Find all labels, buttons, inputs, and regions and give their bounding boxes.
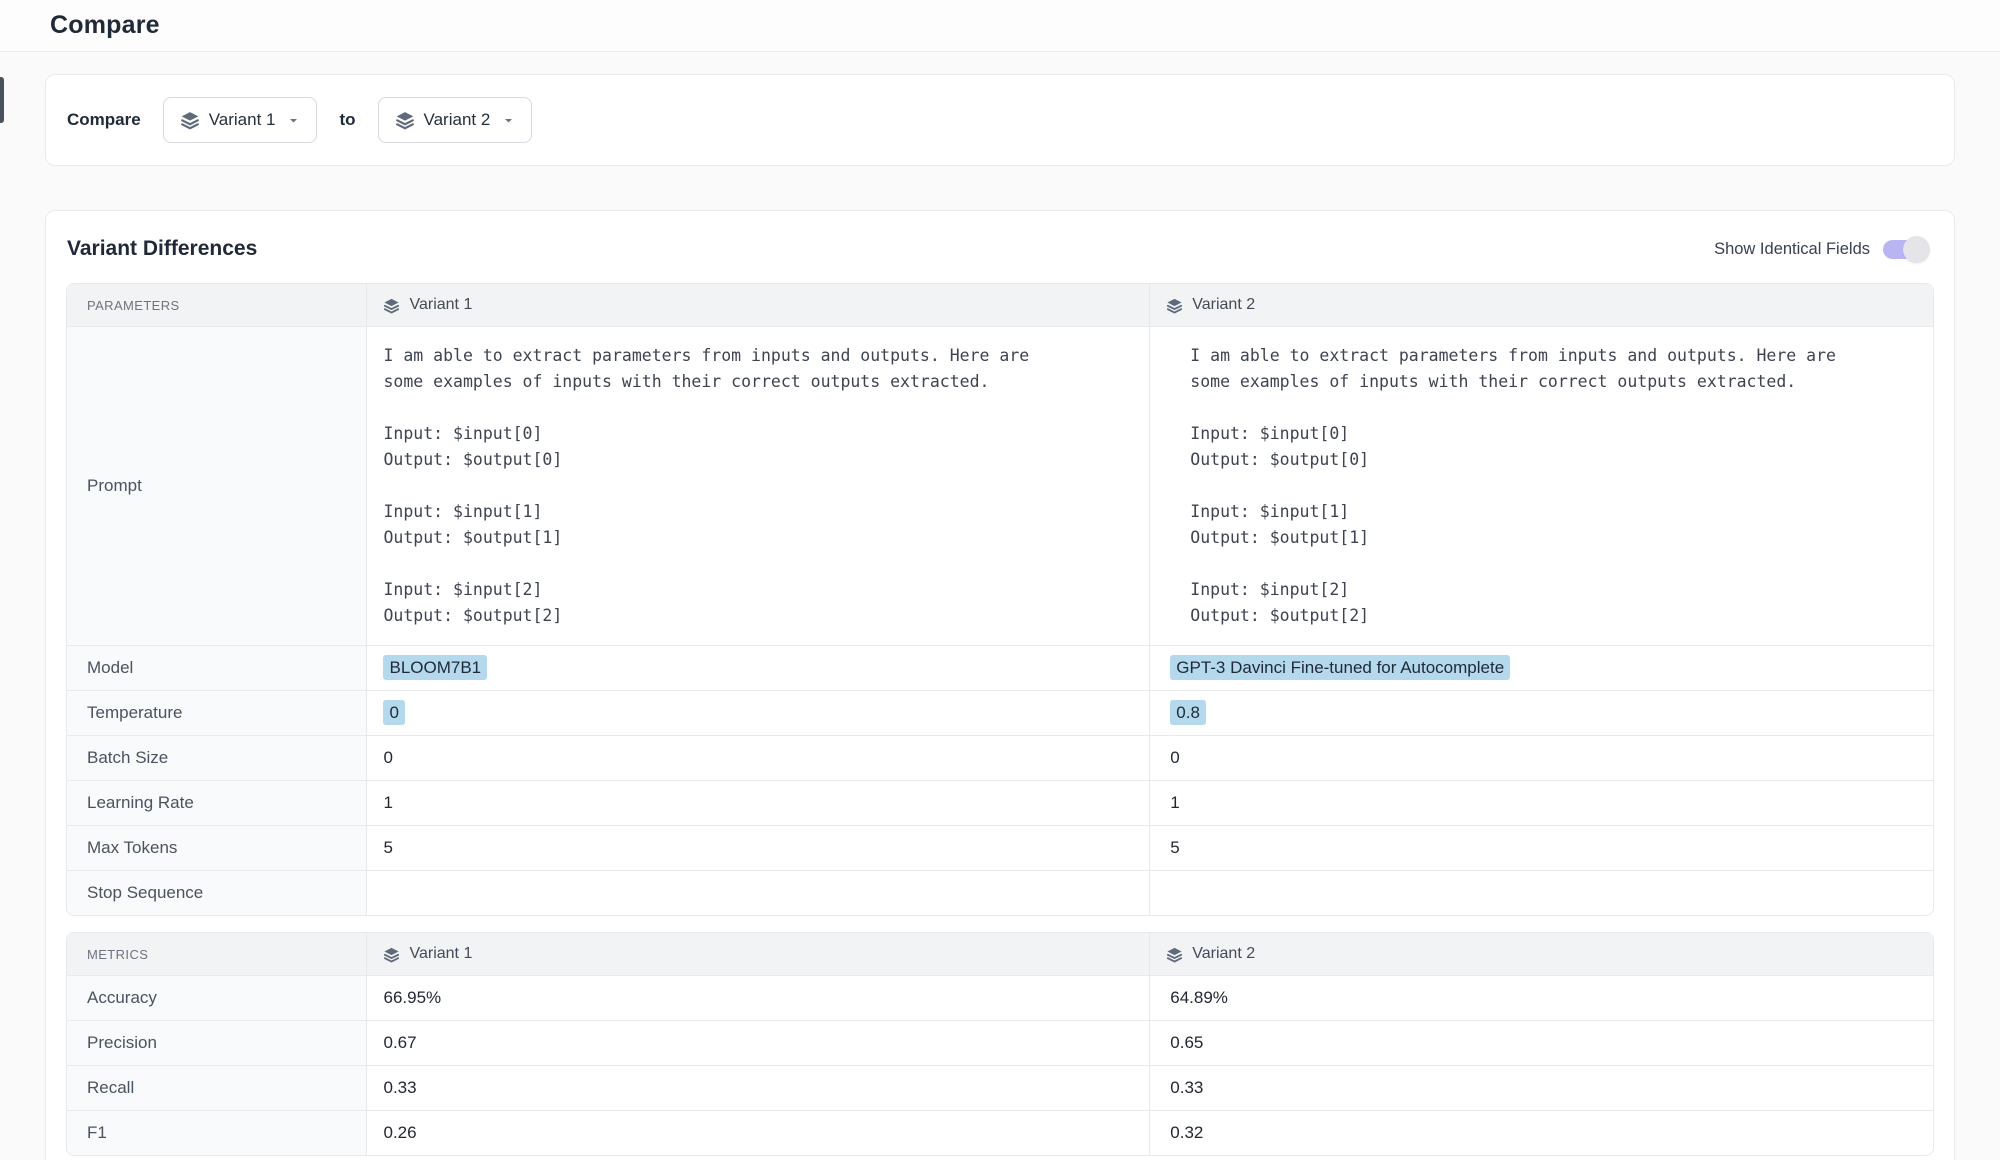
- layers-icon: [1166, 297, 1183, 314]
- value-cell: 0.33: [1149, 1065, 1933, 1110]
- value-cell: 64.89%: [1149, 975, 1933, 1020]
- value-cell: I am able to extract parameters from inp…: [366, 326, 1149, 645]
- value-cell: 5: [1149, 825, 1933, 870]
- layers-icon: [1166, 946, 1183, 963]
- variant-1-dropdown-label: Variant 1: [209, 110, 276, 130]
- table-row: PromptI am able to extract parameters fr…: [67, 326, 1933, 645]
- table-row: Max Tokens55: [67, 825, 1933, 870]
- row-label: Stop Sequence: [67, 870, 366, 915]
- parameters-column-header: PARAMETERS: [67, 284, 366, 326]
- value-cell: 0.32: [1149, 1110, 1933, 1155]
- show-identical-fields-label: Show Identical Fields: [1714, 240, 1870, 259]
- parameters-table-header-row: PARAMETERS Variant 1: [67, 284, 1933, 326]
- variant-1-column-header: Variant 1: [366, 933, 1149, 975]
- value-cell: 1: [366, 780, 1149, 825]
- metrics-table: METRICS Variant 1: [66, 932, 1934, 1156]
- parameters-table-body: PromptI am able to extract parameters fr…: [67, 326, 1933, 915]
- table-row: Precision0.670.65: [67, 1020, 1933, 1065]
- value-cell: 66.95%: [366, 975, 1149, 1020]
- variant-2-dropdown[interactable]: Variant 2: [378, 97, 533, 143]
- page-title: Compare: [50, 11, 160, 40]
- table-row: Model BLOOM7B1 GPT-3 Davinci Fine-tuned fo…: [67, 645, 1933, 690]
- table-row: Batch Size00: [67, 735, 1933, 780]
- row-label: Precision: [67, 1020, 366, 1065]
- value-cell: 0.26: [366, 1110, 1149, 1155]
- prompt-text: I am able to extract parameters from inp…: [1170, 327, 1933, 645]
- chevron-down-icon: [286, 113, 301, 128]
- table-row: Learning Rate11: [67, 780, 1933, 825]
- table-row: F10.260.32: [67, 1110, 1933, 1155]
- value-cell: GPT-3 Davinci Fine-tuned for Autocomplet…: [1149, 645, 1933, 690]
- variant-2-column-label: Variant 2: [1192, 945, 1255, 963]
- panel-header: Variant Differences Show Identical Field…: [66, 237, 1934, 261]
- value-cell: BLOOM7B1: [366, 645, 1149, 690]
- table-row: Temperature 0 0.8: [67, 690, 1933, 735]
- metrics-table-body: Accuracy66.95%64.89%Precision0.670.65Rec…: [67, 975, 1933, 1155]
- metrics-column-header: METRICS: [67, 933, 366, 975]
- to-label: to: [339, 110, 355, 130]
- value-cell: 0: [366, 690, 1149, 735]
- variant-differences-panel: Variant Differences Show Identical Field…: [45, 210, 1955, 1160]
- toggle-knob: [1903, 236, 1930, 263]
- table-row: Stop Sequence: [67, 870, 1933, 915]
- value-cell: I am able to extract parameters from inp…: [1149, 326, 1933, 645]
- layers-icon: [395, 110, 415, 130]
- compare-page: Compare Compare Variant 1 to Variant 2: [0, 0, 2000, 1160]
- row-label: Model: [67, 645, 366, 690]
- row-label: Batch Size: [67, 735, 366, 780]
- value-cell: 0: [366, 735, 1149, 780]
- show-identical-fields-control: Show Identical Fields: [1714, 240, 1933, 259]
- compare-toolbar: Compare Variant 1 to Variant 2: [45, 74, 1955, 166]
- row-label: F1: [67, 1110, 366, 1155]
- value-cell: 0.65: [1149, 1020, 1933, 1065]
- variant-1-column-header: Variant 1: [366, 284, 1149, 326]
- value-cell: 0.67: [366, 1020, 1149, 1065]
- value-cell: 1: [1149, 780, 1933, 825]
- layers-icon: [180, 110, 200, 130]
- panel-title: Variant Differences: [67, 237, 257, 261]
- parameters-table: PARAMETERS Variant 1: [66, 283, 1934, 916]
- row-label: Recall: [67, 1065, 366, 1110]
- page-header: Compare: [0, 0, 2000, 52]
- row-label: Prompt: [67, 326, 366, 645]
- variant-2-column-label: Variant 2: [1192, 296, 1255, 314]
- row-label: Temperature: [67, 690, 366, 735]
- value-cell: [1149, 870, 1933, 915]
- value-cell: 0.8: [1149, 690, 1933, 735]
- prompt-text: I am able to extract parameters from inp…: [367, 327, 1149, 645]
- metrics-table-header-row: METRICS Variant 1: [67, 933, 1933, 975]
- row-label: Max Tokens: [67, 825, 366, 870]
- row-label: Accuracy: [67, 975, 366, 1020]
- table-row: Accuracy66.95%64.89%: [67, 975, 1933, 1020]
- diff-highlight: GPT-3 Davinci Fine-tuned for Autocomplet…: [1170, 655, 1510, 680]
- value-cell: [366, 870, 1149, 915]
- value-cell: 0: [1149, 735, 1933, 780]
- scrollbar-thumb[interactable]: [0, 77, 4, 123]
- variant-2-column-header: Variant 2: [1149, 284, 1933, 326]
- variant-1-dropdown[interactable]: Variant 1: [163, 97, 318, 143]
- diff-highlight: BLOOM7B1: [383, 655, 487, 680]
- show-identical-fields-toggle[interactable]: [1883, 240, 1921, 259]
- chevron-down-icon: [501, 113, 516, 128]
- layers-icon: [383, 946, 400, 963]
- diff-highlight: 0.8: [1170, 700, 1206, 725]
- variant-2-dropdown-label: Variant 2: [424, 110, 491, 130]
- diff-highlight: 0: [383, 700, 404, 725]
- table-row: Recall0.330.33: [67, 1065, 1933, 1110]
- layers-icon: [383, 297, 400, 314]
- variant-1-column-label: Variant 1: [409, 945, 472, 963]
- value-cell: 5: [366, 825, 1149, 870]
- compare-label: Compare: [67, 110, 141, 130]
- variant-2-column-header: Variant 2: [1149, 933, 1933, 975]
- main-content: Compare Variant 1 to Variant 2: [0, 74, 2000, 1160]
- value-cell: 0.33: [366, 1065, 1149, 1110]
- row-label: Learning Rate: [67, 780, 366, 825]
- variant-1-column-label: Variant 1: [409, 296, 472, 314]
